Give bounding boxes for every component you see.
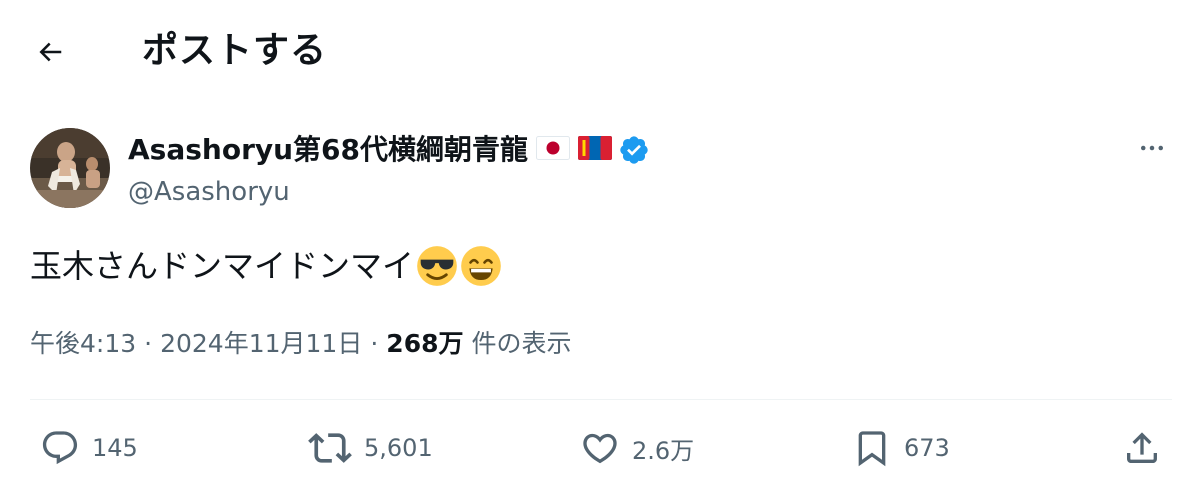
views-label: 件の表示 <box>471 329 572 358</box>
post-text: 玉木さんドンマイドンマイ <box>30 240 502 292</box>
heart-icon <box>583 433 617 464</box>
share-icon <box>1127 432 1157 463</box>
bookmark-count: 673 <box>904 434 950 462</box>
views-count: 268万 <box>386 329 464 358</box>
bookmark-icon <box>858 431 886 467</box>
sunglasses-emoji-icon <box>416 245 458 287</box>
like-count: 2.6万 <box>632 436 695 465</box>
reply-icon <box>42 431 78 465</box>
verified-badge-icon[interactable] <box>618 134 650 166</box>
bookmark-button[interactable]: 673 <box>852 420 950 476</box>
repost-count: 5,601 <box>364 434 433 462</box>
author-display-name[interactable]: Asashoryu第68代横綱朝青龍 <box>128 130 528 170</box>
post-meta: 午後4:13 · 2024年11月11日 · 268万 件の表示 <box>30 322 571 366</box>
post-time[interactable]: 午後4:13 <box>30 329 136 358</box>
page-title: ポストする <box>142 30 328 71</box>
action-bar: 145 5,601 2.6万 673 <box>0 420 1200 476</box>
japan-flag-icon <box>536 136 571 164</box>
share-button[interactable] <box>1122 420 1162 476</box>
like-button[interactable]: 2.6万 <box>580 420 694 476</box>
avatar[interactable] <box>30 128 110 208</box>
repost-icon <box>308 433 352 463</box>
author-handle[interactable]: @Asashoryu <box>128 172 290 212</box>
post-text-content: 玉木さんドンマイドンマイ <box>30 247 415 285</box>
author-name-row: Asashoryu第68代横綱朝青龍 <box>128 128 650 172</box>
repost-button[interactable]: 5,601 <box>308 420 433 476</box>
meta-separator: · <box>370 329 379 358</box>
mongolia-flag-icon <box>578 136 613 164</box>
divider <box>30 399 1172 400</box>
avatar-photo <box>30 128 110 208</box>
reply-button[interactable]: 145 <box>40 420 138 476</box>
more-horizontal-icon <box>1141 145 1163 151</box>
back-button[interactable] <box>28 30 72 74</box>
arrow-left-icon <box>39 42 62 62</box>
post-date[interactable]: 2024年11月11日 <box>160 329 362 358</box>
reply-count: 145 <box>92 434 138 462</box>
grinning-emoji-icon <box>460 245 502 287</box>
meta-separator: · <box>144 329 153 358</box>
more-options-button[interactable] <box>1132 128 1172 168</box>
top-bar: ポストする <box>0 0 1200 104</box>
